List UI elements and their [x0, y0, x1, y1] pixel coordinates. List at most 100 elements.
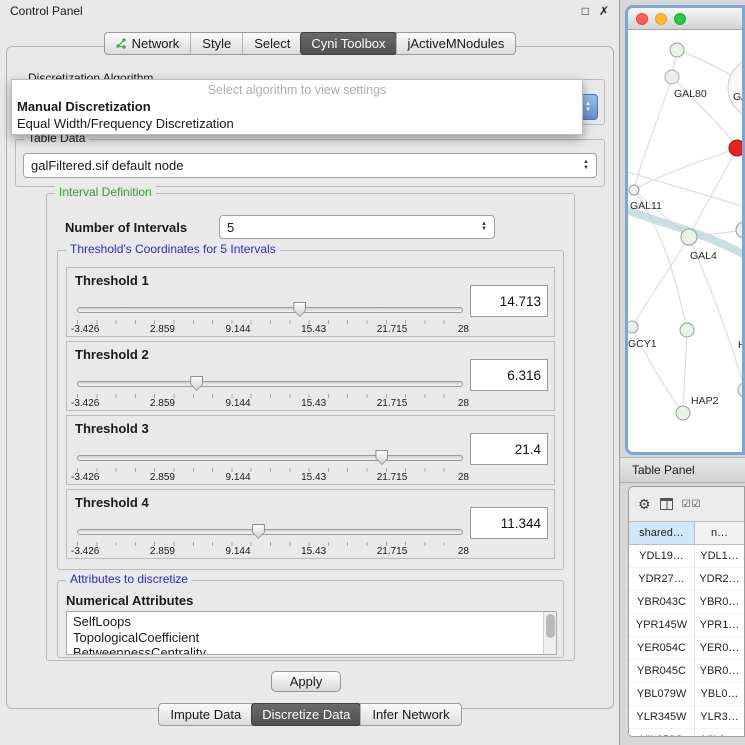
network-node[interactable] — [628, 321, 638, 333]
table-cell[interactable]: YDR2… — [695, 568, 744, 590]
table-row[interactable]: YER054CYER0… — [629, 637, 744, 660]
network-node[interactable] — [665, 70, 679, 84]
tab-jactivemnodules[interactable]: jActiveMNodules — [396, 33, 516, 54]
tab-discretize-data[interactable]: Discretize Data — [251, 703, 361, 726]
table-row[interactable]: YBL079WYBL0… — [629, 683, 744, 706]
group-title: Threshold's Coordinates for 5 Intervals — [66, 243, 280, 256]
num-intervals-select[interactable]: 5 ▲ ▼ — [219, 215, 495, 239]
threshold-4-slider[interactable] — [77, 524, 463, 540]
apply-button[interactable]: Apply — [271, 671, 341, 692]
node-label: GA — [733, 91, 742, 103]
threshold-2-slider[interactable] — [77, 376, 463, 392]
tab-select[interactable]: Select — [242, 33, 301, 54]
window-title: Control Panel — [10, 4, 572, 18]
attribute-list-item[interactable]: SelfLoops — [73, 614, 550, 630]
table-data-select[interactable]: galFiltered.sif default node ▲ ▼ — [23, 153, 597, 178]
threshold-1-slider[interactable] — [77, 302, 463, 318]
table-row[interactable]: YDR27…YDR2… — [629, 568, 744, 591]
table-cell[interactable]: YDL19… — [629, 545, 695, 567]
table-cell[interactable]: YBR0… — [695, 591, 744, 613]
table-data-group: Table Data galFiltered.sif default node … — [15, 139, 605, 187]
slider-track[interactable] — [77, 381, 463, 387]
top-tab-bar: Network Style Select Cyni Toolbox jActiv… — [104, 32, 517, 55]
table-cell[interactable]: YBR045C — [629, 660, 695, 682]
scrollbar-thumb[interactable] — [546, 614, 555, 638]
network-node[interactable] — [676, 406, 690, 420]
network-node[interactable] — [670, 43, 684, 57]
network-node[interactable] — [729, 140, 742, 156]
table-cell[interactable]: YIL052C — [629, 729, 695, 737]
thresholds-group: Threshold's Coordinates for 5 Intervals … — [57, 250, 564, 570]
tab-network[interactable]: Network — [105, 33, 191, 54]
network-node[interactable] — [629, 185, 639, 195]
table-row[interactable]: YLR345WYLR3… — [629, 706, 744, 729]
table-row[interactable]: YIL052CYIL0… — [629, 729, 744, 737]
table-cell[interactable]: YLR3… — [695, 706, 744, 728]
attribute-list-item[interactable]: BetweennessCentrality — [73, 645, 550, 655]
slider-track[interactable] — [77, 529, 463, 535]
dropdown-option-manual-discretization[interactable]: Manual Discretization — [17, 99, 151, 114]
tick-label: -3.426 — [71, 324, 99, 335]
tick-label: 15.43 — [301, 398, 326, 409]
control-panel-titlebar[interactable]: Control Panel □ ✗ — [0, 0, 619, 22]
tab-infer-network[interactable]: Infer Network — [360, 704, 460, 725]
dropdown-option-equal-width-frequency[interactable]: Equal Width/Frequency Discretization — [17, 116, 234, 131]
table-row[interactable]: YBR045CYBR0… — [629, 660, 744, 683]
network-node[interactable] — [736, 222, 742, 238]
table-cell[interactable]: YBL079W — [629, 683, 695, 705]
table-cell[interactable]: YDL1… — [695, 545, 744, 567]
columns-icon[interactable] — [660, 498, 673, 510]
scrollbar[interactable] — [543, 612, 556, 654]
tab-cyni-toolbox[interactable]: Cyni Toolbox — [300, 32, 396, 55]
table-cell[interactable]: YIL0… — [695, 729, 744, 737]
table-cell[interactable]: YBR0… — [695, 660, 744, 682]
minimize-traffic-light-icon[interactable] — [655, 13, 667, 25]
num-intervals-value: 5 — [227, 220, 481, 235]
tab-style[interactable]: Style — [190, 33, 242, 54]
table-row[interactable]: YPR145WYPR1… — [629, 614, 744, 637]
close-window-icon[interactable]: ✗ — [599, 4, 609, 18]
tick-label: 9.144 — [226, 546, 251, 557]
network-node[interactable] — [728, 58, 742, 118]
slider-thumb[interactable] — [190, 376, 203, 391]
gear-icon[interactable]: ⚙ — [638, 496, 651, 513]
column-header-shared-name[interactable]: shared… — [629, 522, 695, 544]
table-cell[interactable]: YER054C — [629, 637, 695, 659]
threshold-1-value-input[interactable] — [470, 285, 548, 317]
tick-label: 28 — [458, 398, 469, 409]
table-row[interactable]: YBR043CYBR0… — [629, 591, 744, 614]
table-cell[interactable]: YDR27… — [629, 568, 695, 590]
network-canvas[interactable]: GAL80GAL11GAL4GCY1HAP2GAH — [628, 30, 742, 452]
table-cell[interactable]: YBR043C — [629, 591, 695, 613]
network-node[interactable] — [738, 383, 742, 397]
table-row[interactable]: YDL19…YDL1… — [629, 545, 744, 568]
arrow-down-icon: ▼ — [585, 107, 591, 113]
arrow-down-icon: ▼ — [481, 227, 487, 233]
attribute-list-item[interactable]: TopologicalCoefficient — [73, 630, 550, 646]
slider-track[interactable] — [77, 307, 463, 313]
table-cell[interactable]: YBL0… — [695, 683, 744, 705]
slider-track[interactable] — [77, 455, 463, 461]
slider-thumb[interactable] — [252, 524, 265, 539]
tab-impute-data[interactable]: Impute Data — [159, 704, 252, 725]
table-cell[interactable]: YER0… — [695, 637, 744, 659]
zoom-traffic-light-icon[interactable] — [674, 13, 686, 25]
close-traffic-light-icon[interactable] — [636, 13, 648, 25]
table-cell[interactable]: YPR145W — [629, 614, 695, 636]
float-window-icon[interactable]: □ — [582, 4, 589, 18]
threshold-3-slider[interactable] — [77, 450, 463, 466]
table-cell[interactable]: YPR1… — [695, 614, 744, 636]
threshold-2-value-input[interactable] — [470, 359, 548, 391]
select-columns-icon[interactable]: ☑☑ — [682, 499, 702, 510]
network-node[interactable] — [681, 229, 697, 245]
network-window-titlebar[interactable] — [628, 8, 742, 30]
slider-thumb[interactable] — [375, 450, 388, 465]
slider-thumb[interactable] — [293, 302, 306, 317]
network-node[interactable] — [680, 323, 694, 337]
attributes-list[interactable]: SelfLoopsTopologicalCoefficientBetweenne… — [66, 611, 557, 655]
table-cell[interactable]: YLR345W — [629, 706, 695, 728]
node-label: GAL80 — [674, 88, 707, 100]
column-header-name[interactable]: n… — [695, 522, 744, 544]
threshold-4-value-input[interactable] — [470, 507, 548, 539]
threshold-3-value-input[interactable] — [470, 433, 548, 465]
